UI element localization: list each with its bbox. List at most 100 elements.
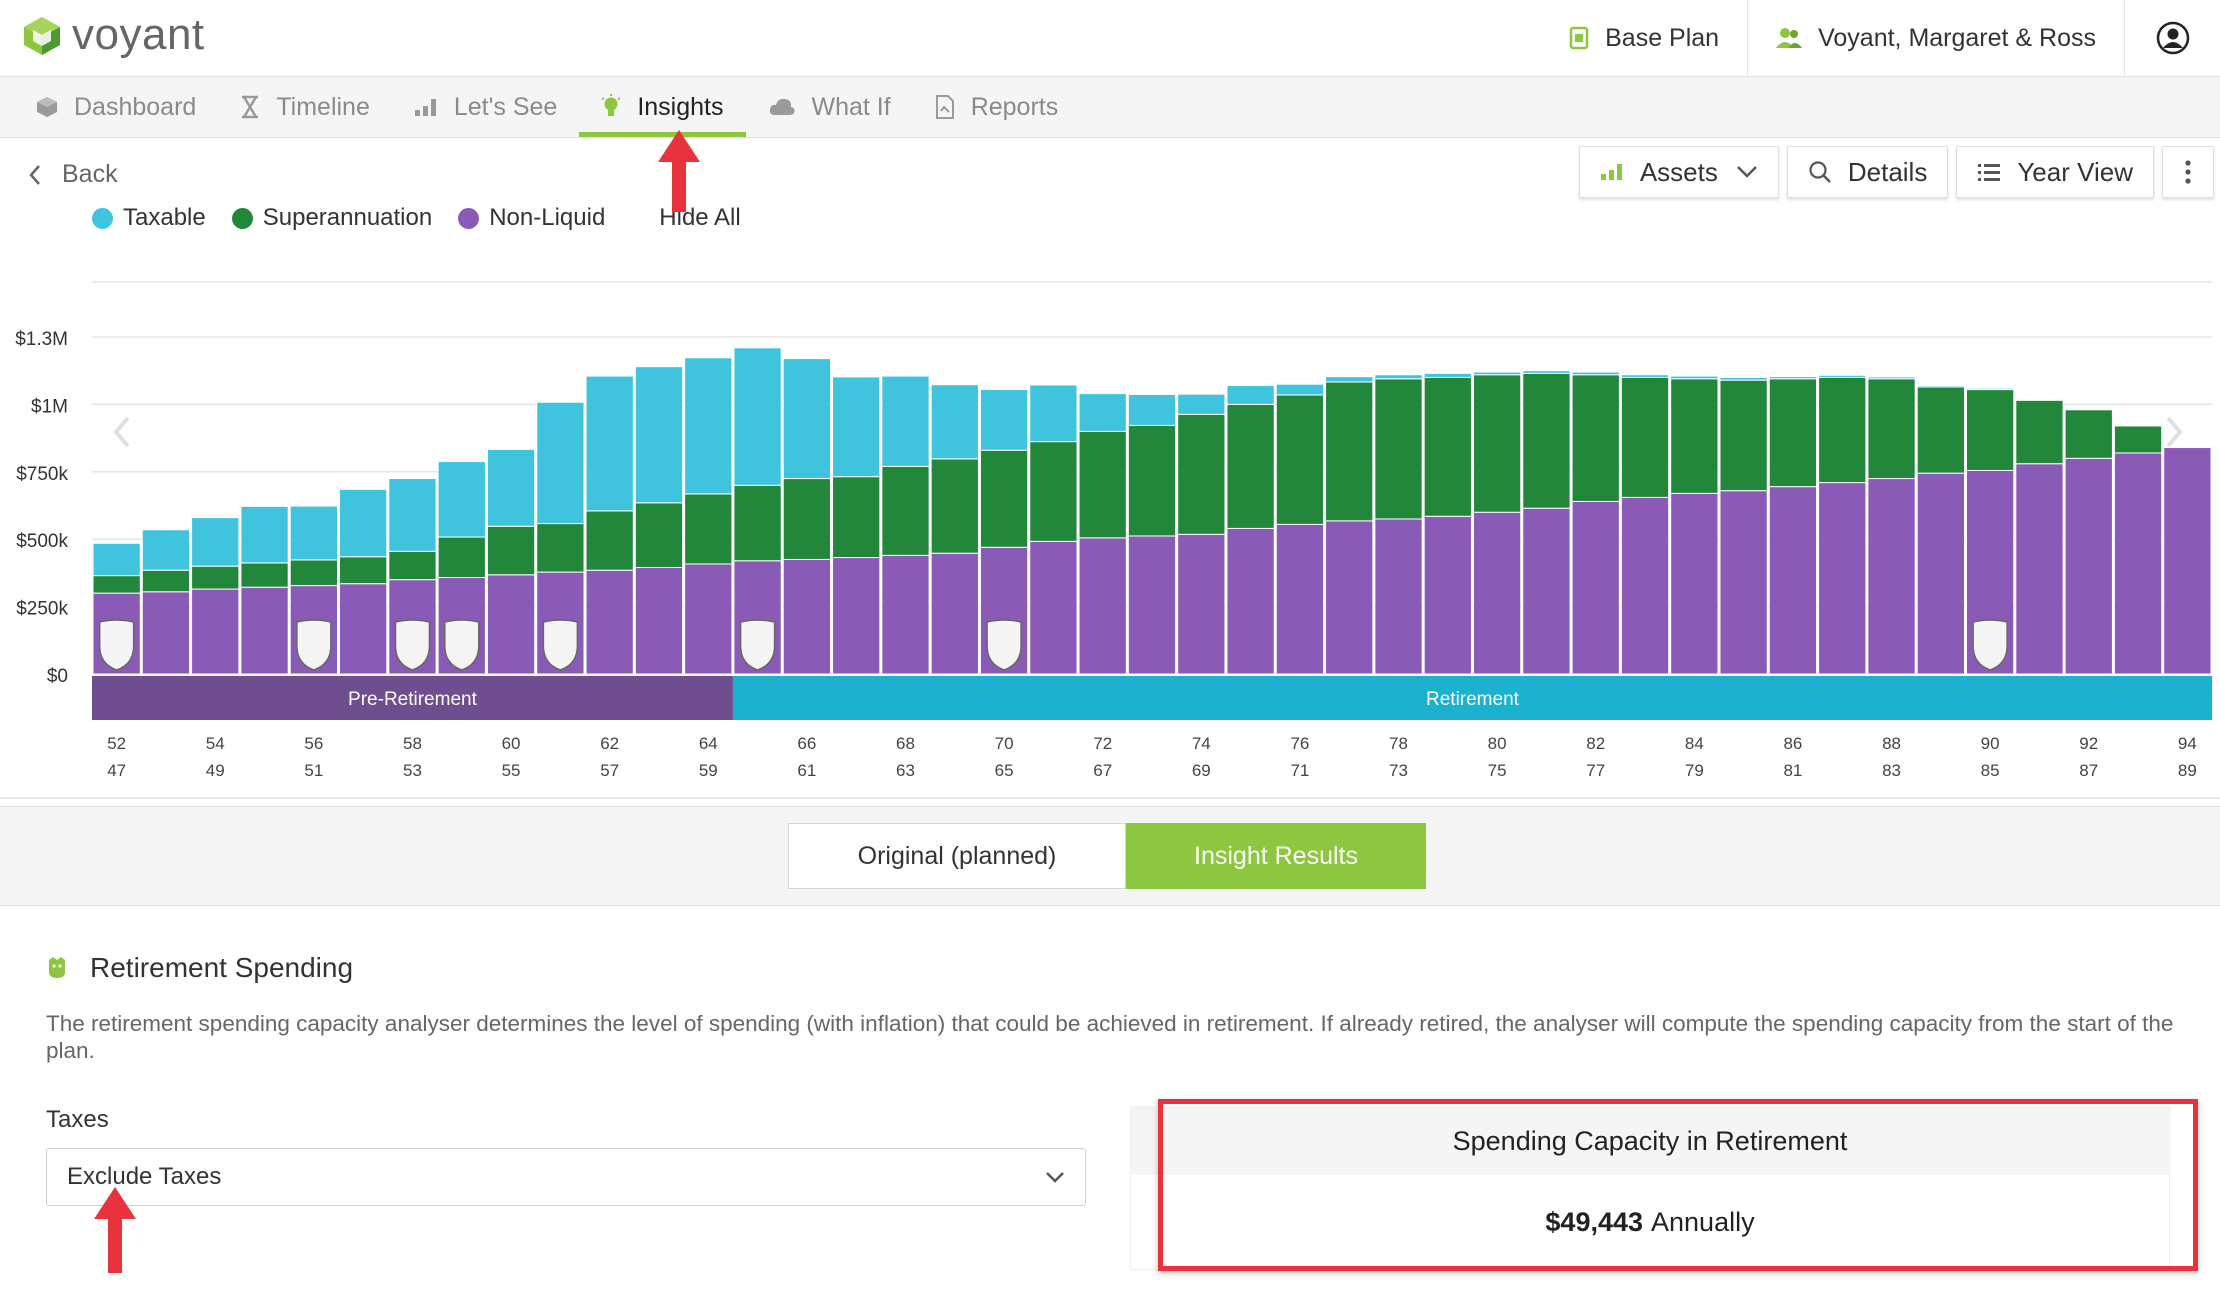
- tab-timeline[interactable]: Timeline: [218, 77, 392, 137]
- client-selector[interactable]: Voyant, Margaret & Ross: [1747, 0, 2124, 76]
- tab-dashboard-label: Dashboard: [74, 92, 197, 121]
- bar-segment-superannuation: [240, 562, 289, 588]
- bar-segment-non-liquid: [1275, 523, 1325, 675]
- cube-icon: [37, 97, 57, 117]
- bar-segment-taxable: [1571, 371, 1620, 376]
- logo-text: voyant: [72, 10, 205, 59]
- list-icon: [1978, 164, 2001, 181]
- client-label: Voyant, Margaret & Ross: [1818, 23, 2096, 52]
- bar-segment-taxable: [1127, 393, 1177, 426]
- bar-segment-superannuation: [2064, 409, 2113, 459]
- asset-projection-chart: $0 $250k $500k $750k $1M $1.3M Pre-Retirement R…: [0, 270, 2220, 800]
- bar-segment-superannuation: [191, 565, 240, 590]
- event-marker-icon: [739, 619, 776, 671]
- more-options-button[interactable]: [2162, 146, 2214, 198]
- tab-reports[interactable]: Reports: [913, 77, 1081, 137]
- insight-section-title: Retirement Spending: [46, 952, 353, 984]
- bar-segment-non-liquid: [339, 583, 388, 675]
- view-toggle-band: Original (planned) Insight Results: [0, 806, 2220, 906]
- tab-dashboard[interactable]: Dashboard: [14, 77, 218, 137]
- main-nav: Dashboard Timeline Let's See Insights Wh…: [0, 77, 2220, 138]
- taxes-select[interactable]: Exclude Taxes: [46, 1148, 1086, 1206]
- y-tick-label: $1.3M: [15, 329, 68, 350]
- spending-capacity-amount: $49,443: [1545, 1206, 1644, 1237]
- bar-segment-taxable: [1226, 385, 1275, 405]
- bar-segment-non-liquid: [1620, 496, 1670, 675]
- tab-timeline-label: Timeline: [276, 92, 370, 121]
- bar-segment-superannuation: [388, 550, 437, 581]
- voyant-logo[interactable]: voyant: [22, 10, 205, 60]
- bar-segment-non-liquid: [1374, 518, 1423, 675]
- bar-chart-icon: [1600, 164, 1622, 180]
- bar-segment-taxable: [634, 366, 684, 504]
- bar-segment-superannuation: [2113, 425, 2163, 454]
- x-tick-label-age: 70: [995, 734, 1014, 753]
- tab-what-if[interactable]: What If: [746, 77, 913, 137]
- tab-lets-see[interactable]: Let's See: [392, 77, 579, 137]
- assets-dropdown-button[interactable]: Assets: [1578, 146, 1779, 198]
- chart-legend: Taxable Superannuation Non-Liquid Hide A…: [92, 204, 741, 232]
- details-button[interactable]: Details: [1786, 146, 1949, 198]
- bar-segment-superannuation: [1325, 381, 1374, 522]
- insight-results-button[interactable]: Insight Results: [1126, 823, 1426, 889]
- legend-item-superannuation[interactable]: Superannuation: [231, 204, 433, 232]
- event-marker-icon: [98, 619, 135, 671]
- x-tick-label-partner-age: 89: [2178, 761, 2197, 780]
- plan-document-icon: [1569, 26, 1589, 50]
- event-marker-icon: [394, 619, 431, 671]
- hourglass-icon: [242, 95, 259, 119]
- x-tick-label-age: 52: [107, 734, 126, 753]
- chevron-left-icon: [113, 416, 130, 448]
- x-tick-label-partner-age: 67: [1093, 761, 1112, 780]
- stacked-bar-chart: $0 $250k $500k $750k $1M $1.3M Pre-Retirement R…: [0, 281, 2220, 799]
- bar-segment-superannuation: [1029, 441, 1078, 542]
- x-tick-label-age: 94: [2178, 734, 2197, 753]
- user-profile-button[interactable]: [2124, 0, 2220, 76]
- bar-segment-non-liquid: [1078, 537, 1127, 675]
- bar-segment-non-liquid: [1768, 486, 1818, 675]
- bar-segment-non-liquid: [240, 586, 289, 675]
- legend-item-non-liquid[interactable]: Non-Liquid: [458, 204, 605, 232]
- bar-segment-taxable: [782, 358, 832, 480]
- x-tick-label-partner-age: 73: [1389, 761, 1408, 780]
- legend-label: Superannuation: [262, 204, 433, 231]
- tab-insights-label: Insights: [637, 92, 724, 121]
- bar-segment-taxable: [585, 375, 634, 512]
- red-arrow-icon: [94, 1187, 136, 1273]
- x-tick-label-age: 68: [896, 734, 915, 753]
- back-link[interactable]: Back: [28, 160, 118, 189]
- x-tick-label-partner-age: 47: [107, 761, 126, 780]
- bar-segment-taxable: [1325, 376, 1374, 383]
- x-tick-label-age: 80: [1488, 734, 1507, 753]
- bar-segment-superannuation: [1374, 378, 1423, 520]
- bar-segment-non-liquid: [1867, 478, 1916, 675]
- bar-segment-non-liquid: [2015, 463, 2064, 675]
- bar-segment-taxable: [1029, 384, 1078, 443]
- bar-segment-non-liquid: [1325, 520, 1374, 675]
- bar-chart-icon: [414, 99, 436, 116]
- legend-item-taxable[interactable]: Taxable: [92, 204, 206, 232]
- bar-segment-superannuation: [585, 510, 634, 571]
- tab-lets-see-label: Let's See: [453, 92, 558, 121]
- tab-reports-label: Reports: [970, 92, 1059, 121]
- assets-label: Assets: [1639, 156, 1718, 187]
- legend-label: Taxable: [123, 204, 206, 231]
- bar-segment-non-liquid: [782, 558, 832, 675]
- year-view-label: Year View: [2017, 156, 2133, 187]
- bar-segment-non-liquid: [881, 554, 930, 675]
- bar-segment-taxable: [1867, 376, 1916, 380]
- x-tick-label-partner-age: 79: [1685, 761, 1704, 780]
- year-view-button[interactable]: Year View: [1956, 146, 2154, 198]
- bar-segment-non-liquid: [930, 552, 979, 675]
- chevron-down-icon: [1046, 1172, 1064, 1183]
- bar-segment-taxable: [240, 505, 289, 564]
- bar-segment-superannuation: [1078, 430, 1127, 539]
- bar-segment-taxable: [1078, 393, 1127, 432]
- bar-segment-non-liquid: [1571, 500, 1620, 675]
- event-marker-icon: [542, 619, 579, 671]
- bar-segment-superannuation: [1965, 389, 2015, 471]
- bar-segment-taxable: [881, 375, 930, 467]
- bar-segment-taxable: [1522, 370, 1571, 374]
- original-planned-button[interactable]: Original (planned): [788, 823, 1126, 889]
- plan-selector[interactable]: Base Plan: [1541, 0, 1747, 76]
